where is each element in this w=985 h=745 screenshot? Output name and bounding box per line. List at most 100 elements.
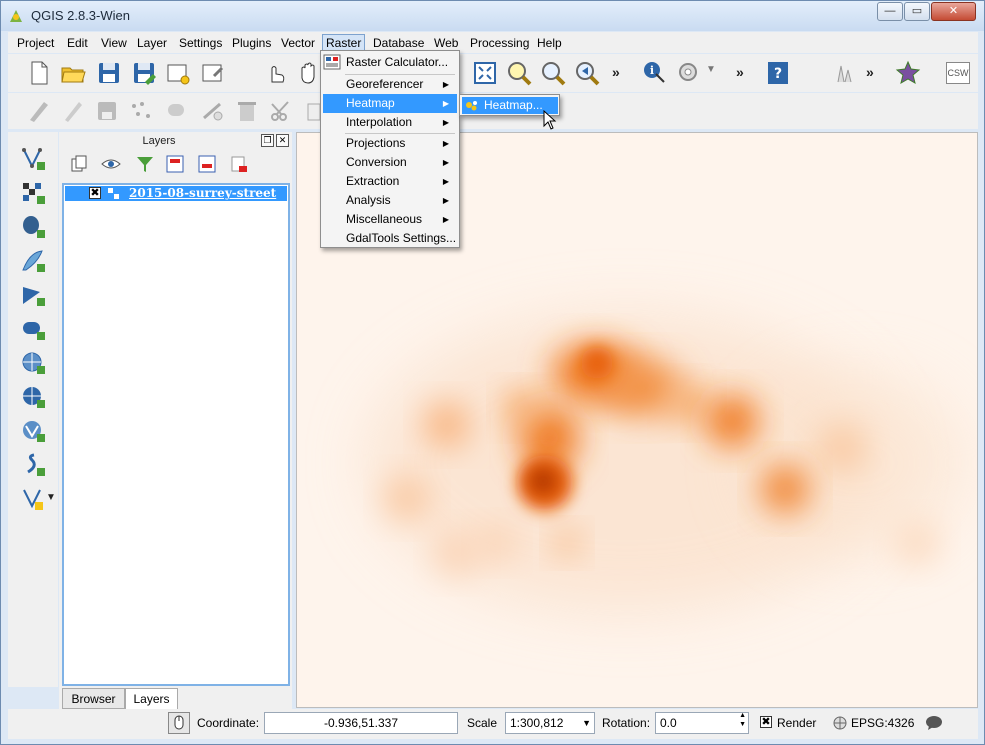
menu-miscellaneous[interactable]: Miscellaneous ▶ — [323, 210, 457, 229]
add-spatialite-layer-icon[interactable] — [20, 248, 46, 274]
zoom-last-icon[interactable] — [574, 60, 600, 86]
collapse-all-icon[interactable] — [197, 154, 217, 174]
crs-icon[interactable] — [832, 715, 848, 731]
menu-processing[interactable]: Processing — [467, 34, 532, 52]
toggle-editing-icon[interactable] — [60, 98, 86, 124]
current-edits-icon[interactable] — [26, 98, 52, 124]
csw-button[interactable]: CSW — [946, 62, 970, 84]
add-wcs-layer-icon[interactable] — [20, 384, 46, 410]
scale-combobox[interactable]: 1:300,812 ▼ — [505, 712, 595, 734]
cut-features-icon[interactable] — [268, 98, 294, 124]
raster-calculator-label: Raster Calculator... — [346, 55, 449, 69]
add-postgis-layer-icon[interactable] — [20, 214, 46, 240]
delete-selected-icon[interactable] — [234, 98, 260, 124]
float-panel-button[interactable]: ❐ — [261, 134, 274, 147]
chevron-down-icon[interactable]: ▼ — [706, 64, 716, 75]
toolbar-overflow-icon-3[interactable]: » — [866, 64, 874, 80]
toolbar-overflow-icon-2[interactable]: » — [736, 64, 744, 80]
chevron-down-icon-left[interactable]: ▼ — [46, 492, 56, 503]
remove-layer-icon[interactable] — [229, 154, 249, 174]
conversion-label: Conversion — [346, 155, 407, 169]
manage-visibility-icon[interactable] — [101, 154, 121, 174]
menu-edit[interactable]: Edit — [64, 34, 91, 52]
menu-projections[interactable]: Projections ▶ — [323, 134, 457, 153]
svg-text:i: i — [650, 64, 654, 77]
add-oracle-layer-icon[interactable] — [20, 316, 46, 342]
move-feature-icon[interactable] — [164, 98, 190, 124]
tab-layers[interactable]: Layers — [125, 688, 178, 711]
layer-name[interactable]: 2015-08-surrey-street — [129, 186, 276, 200]
coordinate-field[interactable]: -0.936,51.337 — [264, 712, 458, 734]
miscellaneous-label: Miscellaneous — [346, 212, 423, 226]
menu-settings[interactable]: Settings — [176, 34, 225, 52]
open-project-icon[interactable] — [60, 60, 86, 86]
plugin-icon[interactable] — [895, 60, 921, 86]
zoom-to-layer-icon[interactable] — [506, 60, 532, 86]
zoom-full-icon[interactable] — [472, 60, 498, 86]
menu-heatmap[interactable]: Heatmap ▶ — [323, 94, 457, 113]
identify-features-icon[interactable]: i — [642, 60, 668, 86]
help-contents-icon[interactable]: ? — [765, 60, 791, 86]
node-tool-icon[interactable] — [200, 98, 226, 124]
layer-tree[interactable]: ✖ 2015-08-surrey-street — [62, 183, 290, 686]
new-project-icon[interactable] — [26, 60, 52, 86]
toolbar-overflow-icon[interactable]: » — [612, 64, 620, 80]
touch-zoom-pan-icon[interactable] — [263, 60, 289, 86]
new-shapefile-layer-icon[interactable] — [20, 486, 46, 512]
chevron-down-icon-scale[interactable]: ▼ — [582, 713, 591, 733]
new-print-composer-icon[interactable] — [165, 60, 191, 86]
render-label: Render — [777, 716, 817, 730]
toggle-extents-button[interactable] — [168, 712, 190, 734]
add-wfs-layer-icon[interactable] — [20, 418, 46, 444]
menu-plugins[interactable]: Plugins — [229, 34, 274, 52]
add-mssql-layer-icon[interactable] — [20, 282, 46, 308]
close-panel-button[interactable]: ✕ — [276, 134, 289, 147]
minimize-button[interactable]: — — [877, 2, 903, 21]
save-project-icon[interactable] — [96, 60, 122, 86]
save-layer-edits-icon[interactable] — [94, 98, 120, 124]
histogram-icon[interactable] — [833, 60, 859, 86]
run-feature-action-icon[interactable] — [676, 60, 702, 86]
window-title: QGIS 2.8.3-Wien — [31, 8, 130, 23]
save-as-icon[interactable] — [131, 60, 157, 86]
scale-value: 1:300,812 — [510, 716, 564, 730]
add-feature-icon[interactable] — [128, 98, 154, 124]
zoom-to-selection-icon[interactable] — [540, 60, 566, 86]
add-delimited-text-layer-icon[interactable] — [20, 452, 46, 478]
add-wms-layer-icon[interactable] — [20, 350, 46, 376]
heatmap-plugin-label: Heatmap... — [484, 98, 543, 112]
close-button[interactable]: ✕ — [931, 2, 976, 21]
crs-label[interactable]: EPSG:4326 — [851, 716, 914, 730]
submenu-arrow-icon: ▶ — [442, 139, 449, 148]
menu-gdaltools-settings[interactable]: GdalTools Settings... — [323, 229, 457, 248]
layer-row-surrey-street[interactable]: ✖ 2015-08-surrey-street — [65, 186, 287, 201]
extraction-label: Extraction — [346, 174, 400, 188]
spin-arrows-icon[interactable]: ▲ ▼ — [739, 711, 746, 729]
menu-conversion[interactable]: Conversion ▶ — [323, 153, 457, 172]
composer-manager-icon[interactable] — [200, 60, 226, 86]
expand-all-icon[interactable] — [165, 154, 185, 174]
menu-raster-calculator[interactable]: Raster Calculator... — [323, 53, 457, 72]
layer-visibility-checkbox[interactable]: ✖ — [89, 187, 101, 199]
menu-layer[interactable]: Layer — [134, 34, 170, 52]
pan-map-icon[interactable] — [296, 60, 322, 86]
add-raster-layer-icon[interactable] — [20, 180, 46, 206]
menu-analysis[interactable]: Analysis ▶ — [323, 191, 457, 210]
menu-interpolation[interactable]: Interpolation ▶ — [323, 113, 457, 132]
menu-help[interactable]: Help — [534, 34, 565, 52]
rotation-spinbox[interactable]: 0.0 ▲ ▼ — [655, 712, 749, 734]
messages-icon[interactable] — [925, 715, 943, 731]
heatmap-label: Heatmap — [346, 96, 395, 110]
maximize-button[interactable]: ▭ — [904, 2, 930, 21]
menu-view[interactable]: View — [98, 34, 130, 52]
filter-legend-icon[interactable] — [135, 154, 155, 174]
menu-vector[interactable]: Vector — [278, 34, 318, 52]
tab-browser[interactable]: Browser — [62, 688, 125, 709]
add-vector-layer-icon[interactable] — [20, 146, 46, 172]
menu-extraction[interactable]: Extraction ▶ — [323, 172, 457, 191]
menu-project[interactable]: Project — [14, 34, 57, 52]
add-group-icon[interactable] — [69, 154, 89, 174]
render-checkbox[interactable]: ✖ — [760, 716, 772, 728]
menu-georeferencer[interactable]: Georeferencer ▶ — [323, 75, 457, 94]
submenu-arrow-icon: ▶ — [442, 99, 449, 108]
